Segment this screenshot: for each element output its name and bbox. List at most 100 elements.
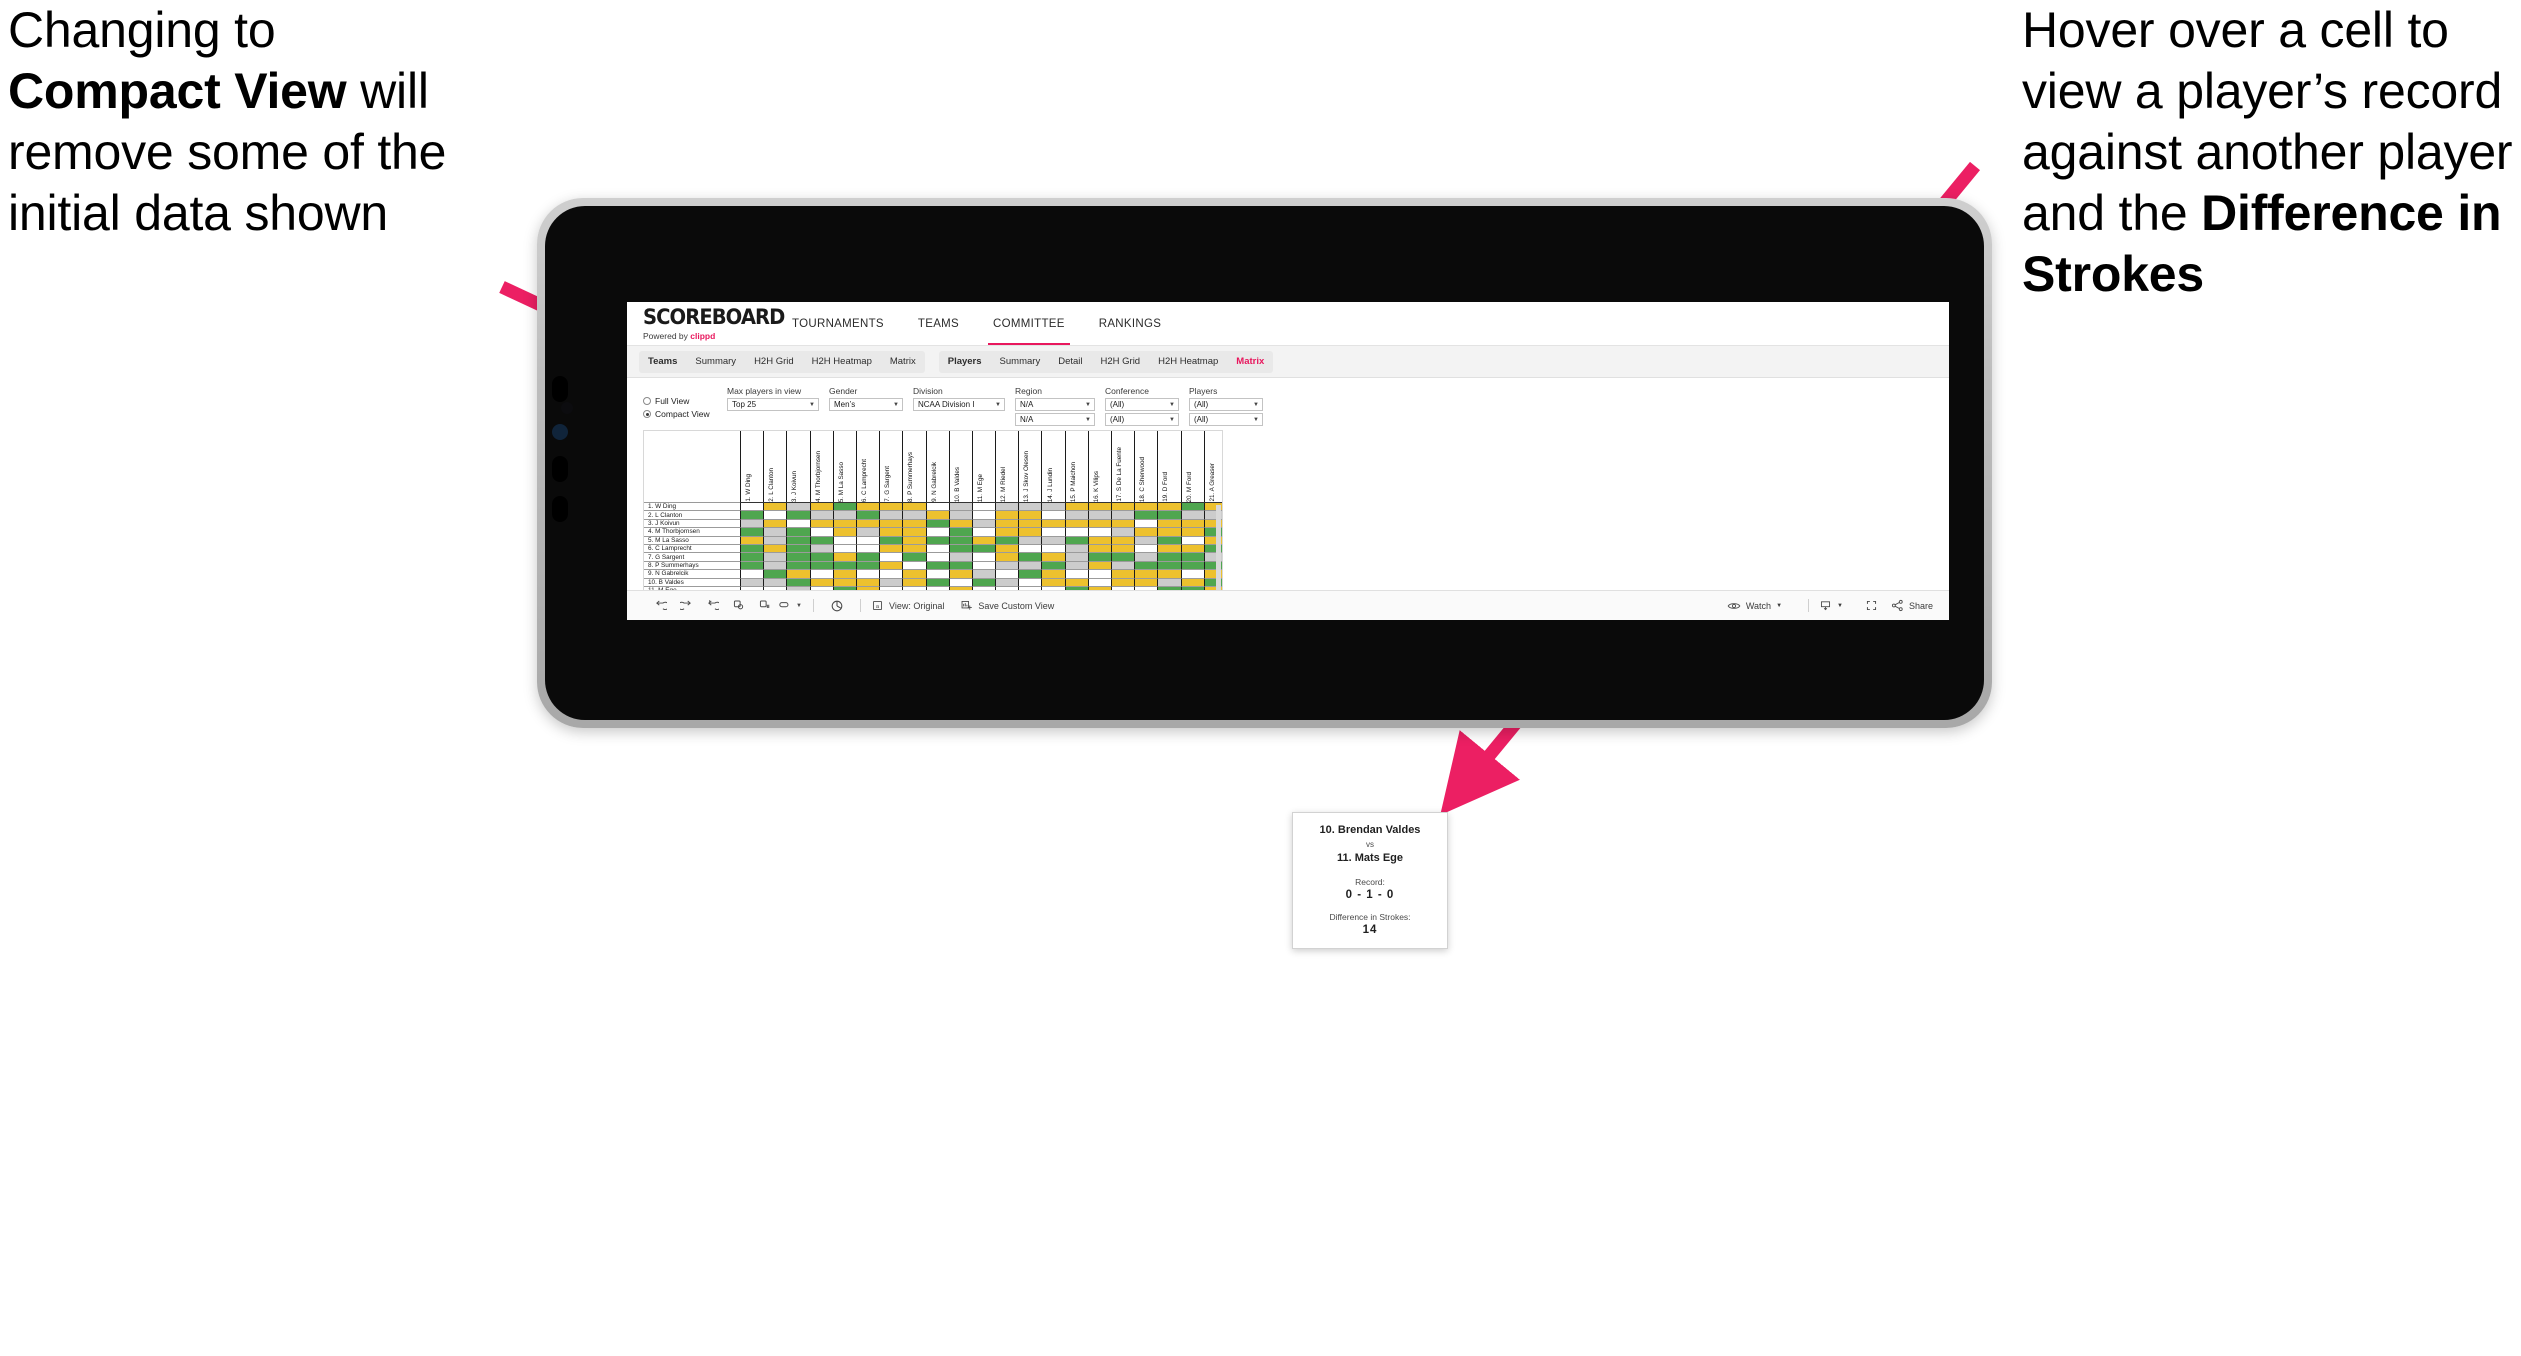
matrix-cell[interactable] bbox=[740, 553, 764, 562]
subnav-teams-h2h-heatmap[interactable]: H2H Heatmap bbox=[803, 351, 881, 373]
subnav-teams-matrix[interactable]: Matrix bbox=[881, 351, 925, 373]
matrix-cell[interactable] bbox=[1087, 519, 1111, 529]
subnav-players-summary[interactable]: Summary bbox=[991, 351, 1050, 373]
matrix-cell[interactable] bbox=[1157, 503, 1181, 512]
matrix-cell[interactable] bbox=[1041, 528, 1065, 537]
matrix-cell[interactable] bbox=[948, 578, 972, 587]
matrix-cell[interactable] bbox=[1041, 578, 1065, 587]
matrix-cell[interactable] bbox=[1180, 519, 1204, 529]
matrix-cell[interactable] bbox=[1134, 536, 1158, 545]
matrix-cell[interactable] bbox=[1134, 528, 1158, 537]
matrix-cell[interactable] bbox=[1018, 536, 1042, 545]
matrix-cell[interactable] bbox=[809, 544, 833, 554]
matrix-cell[interactable] bbox=[879, 519, 903, 529]
matrix-cell[interactable] bbox=[763, 578, 787, 587]
matrix-cell[interactable] bbox=[1064, 519, 1088, 529]
matrix-cell[interactable] bbox=[995, 528, 1019, 537]
nav-teams[interactable]: TEAMS bbox=[901, 302, 976, 345]
matrix-cell[interactable] bbox=[855, 528, 880, 537]
matrix-cell[interactable] bbox=[855, 570, 880, 579]
matrix-cell[interactable] bbox=[1041, 511, 1065, 520]
matrix-cell[interactable] bbox=[832, 578, 856, 587]
matrix-cell[interactable] bbox=[1157, 519, 1181, 529]
matrix-cell[interactable] bbox=[995, 570, 1019, 579]
matrix-cell[interactable] bbox=[1018, 519, 1042, 529]
matrix-cell[interactable] bbox=[1041, 519, 1065, 529]
matrix-cell[interactable] bbox=[902, 536, 926, 545]
matrix-cell[interactable] bbox=[925, 511, 949, 520]
matrix-cell[interactable] bbox=[1111, 503, 1135, 512]
matrix-cell[interactable] bbox=[1087, 528, 1111, 537]
matrix-cell[interactable] bbox=[879, 536, 903, 545]
matrix-cell[interactable] bbox=[763, 553, 787, 562]
matrix-cell[interactable] bbox=[1111, 570, 1135, 579]
matrix-cell[interactable] bbox=[763, 536, 787, 545]
filter-players-select-2[interactable]: (All) ▼ bbox=[1189, 413, 1263, 426]
matrix-cell[interactable] bbox=[1064, 528, 1088, 537]
matrix-cell[interactable] bbox=[740, 544, 764, 554]
matrix-cell[interactable] bbox=[1041, 503, 1065, 512]
matrix-cell[interactable] bbox=[1018, 503, 1042, 512]
matrix-cell[interactable] bbox=[1087, 570, 1111, 579]
subnav-players[interactable]: Players bbox=[939, 351, 991, 373]
matrix-cell[interactable] bbox=[1134, 519, 1158, 529]
matrix-cell[interactable] bbox=[1180, 544, 1204, 554]
matrix-cell[interactable] bbox=[902, 561, 926, 571]
matrix-cell[interactable] bbox=[1180, 528, 1204, 537]
matrix-cell[interactable] bbox=[1180, 553, 1204, 562]
matrix-cell[interactable] bbox=[1157, 528, 1181, 537]
presentation-icon[interactable]: ▼ bbox=[777, 599, 803, 612]
matrix-cell[interactable] bbox=[763, 519, 787, 529]
matrix-cell[interactable] bbox=[832, 570, 856, 579]
matrix-cell[interactable] bbox=[1157, 561, 1181, 571]
matrix-cell[interactable] bbox=[832, 503, 856, 512]
matrix-cell[interactable] bbox=[1064, 536, 1088, 545]
matrix-cell[interactable] bbox=[879, 561, 903, 571]
matrix-cell[interactable] bbox=[740, 511, 764, 520]
matrix-cell[interactable] bbox=[740, 528, 764, 537]
matrix-cell[interactable] bbox=[971, 544, 996, 554]
redo-icon[interactable] bbox=[673, 599, 699, 612]
revert-icon[interactable] bbox=[699, 599, 725, 612]
matrix-cell[interactable] bbox=[925, 544, 949, 554]
matrix-cell[interactable] bbox=[995, 511, 1019, 520]
matrix-cell[interactable] bbox=[1041, 544, 1065, 554]
matrix-cell[interactable] bbox=[995, 536, 1019, 545]
matrix-cell[interactable] bbox=[1180, 536, 1204, 545]
matrix-cell[interactable] bbox=[786, 528, 810, 537]
matrix-cell[interactable] bbox=[879, 570, 903, 579]
matrix-cell[interactable] bbox=[786, 503, 810, 512]
matrix-cell[interactable] bbox=[832, 536, 856, 545]
matrix-cell[interactable] bbox=[809, 553, 833, 562]
matrix-vertical-scrollbar-thumb[interactable] bbox=[1216, 505, 1221, 593]
matrix-cell[interactable] bbox=[809, 511, 833, 520]
matrix-cell[interactable] bbox=[879, 578, 903, 587]
matrix-cell[interactable] bbox=[879, 511, 903, 520]
matrix-cell[interactable] bbox=[763, 503, 787, 512]
nav-tournaments[interactable]: TOURNAMENTS bbox=[775, 302, 901, 345]
matrix-cell[interactable] bbox=[740, 519, 764, 529]
matrix-cell[interactable] bbox=[1111, 511, 1135, 520]
matrix-cell[interactable] bbox=[809, 528, 833, 537]
matrix-cell[interactable] bbox=[1157, 544, 1181, 554]
matrix-cell[interactable] bbox=[925, 553, 949, 562]
matrix-cell[interactable] bbox=[902, 519, 926, 529]
matrix-cell[interactable] bbox=[971, 528, 996, 537]
matrix-cell[interactable] bbox=[1064, 578, 1088, 587]
matrix-cell[interactable] bbox=[948, 536, 972, 545]
filter-region-select[interactable]: N/A ▼ bbox=[1015, 398, 1095, 411]
matrix-cell[interactable] bbox=[902, 553, 926, 562]
matrix-cell[interactable] bbox=[832, 511, 856, 520]
subnav-teams-summary[interactable]: Summary bbox=[686, 351, 745, 373]
matrix-cell[interactable] bbox=[995, 544, 1019, 554]
matrix-cell[interactable] bbox=[1157, 511, 1181, 520]
matrix-cell[interactable] bbox=[1041, 570, 1065, 579]
matrix-cell[interactable] bbox=[763, 561, 787, 571]
matrix-cell[interactable] bbox=[740, 503, 764, 512]
matrix-cell[interactable] bbox=[1157, 553, 1181, 562]
matrix-cell[interactable] bbox=[1134, 578, 1158, 587]
matrix-cell[interactable] bbox=[948, 570, 972, 579]
matrix-cell[interactable] bbox=[1180, 503, 1204, 512]
matrix-cell[interactable] bbox=[879, 553, 903, 562]
brand-logo[interactable]: SCOREBOARD Powered by clippd bbox=[627, 302, 785, 345]
